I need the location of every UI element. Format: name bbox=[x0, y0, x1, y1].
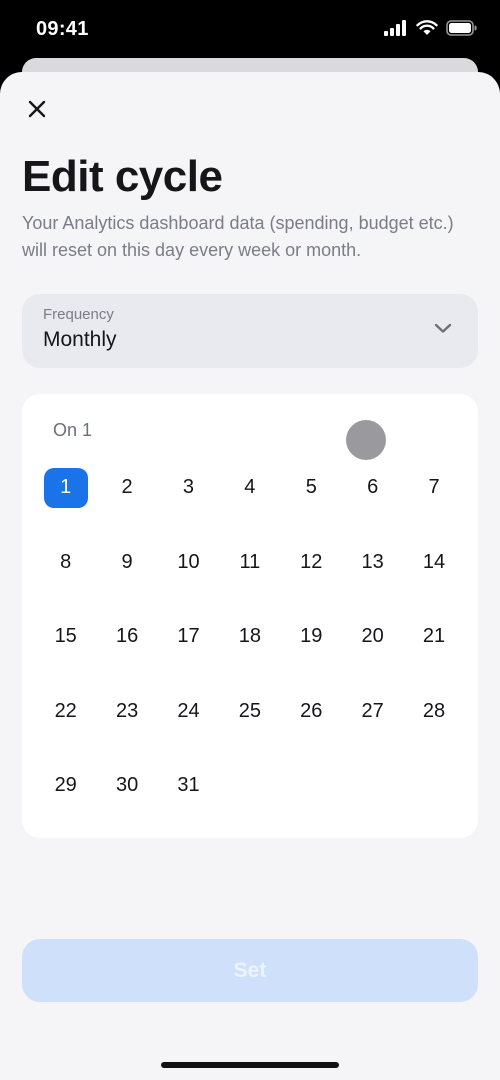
day-option[interactable]: 9 bbox=[96, 545, 157, 620]
frequency-select[interactable]: Frequency Monthly bbox=[22, 294, 478, 368]
day-option[interactable]: 26 bbox=[281, 694, 342, 769]
day-option[interactable]: 31 bbox=[158, 768, 219, 843]
day-option[interactable]: 6 bbox=[342, 470, 403, 545]
status-icons bbox=[384, 20, 478, 36]
day-option[interactable]: 19 bbox=[281, 619, 342, 694]
day-number: 6 bbox=[367, 476, 379, 498]
day-option[interactable]: 17 bbox=[158, 619, 219, 694]
day-number: 28 bbox=[422, 699, 446, 722]
day-option[interactable]: 11 bbox=[219, 545, 280, 620]
day-number: 12 bbox=[300, 550, 323, 573]
cellular-signal-icon bbox=[384, 20, 406, 36]
day-option[interactable]: 10 bbox=[158, 545, 219, 620]
day-option[interactable]: 30 bbox=[96, 768, 157, 843]
day-option[interactable]: 5 bbox=[281, 470, 342, 545]
battery-icon bbox=[446, 20, 477, 36]
close-icon bbox=[28, 100, 46, 118]
day-number: 2 bbox=[121, 476, 133, 498]
day-number: 1 bbox=[60, 476, 72, 498]
day-number: 7 bbox=[428, 476, 440, 498]
page-title: Edit cycle bbox=[22, 152, 223, 201]
day-option[interactable]: 18 bbox=[219, 619, 280, 694]
day-option[interactable]: 1 bbox=[35, 468, 96, 545]
day-option[interactable]: 8 bbox=[35, 545, 96, 620]
status-time: 09:41 bbox=[36, 18, 89, 40]
day-number: 5 bbox=[305, 476, 317, 498]
close-button[interactable] bbox=[22, 94, 52, 124]
set-button[interactable]: Set bbox=[22, 939, 478, 1002]
day-number: 29 bbox=[54, 774, 77, 796]
day-option[interactable]: 20 bbox=[342, 619, 403, 694]
frequency-label: Frequency bbox=[43, 306, 114, 323]
day-option[interactable]: 4 bbox=[219, 470, 280, 545]
touch-indicator bbox=[346, 420, 386, 460]
frequency-value: Monthly bbox=[43, 328, 117, 351]
day-number: 13 bbox=[361, 550, 384, 573]
day-option[interactable]: 2 bbox=[96, 470, 157, 545]
day-number: 19 bbox=[300, 625, 323, 647]
day-number: 10 bbox=[177, 550, 200, 573]
home-indicator bbox=[161, 1062, 339, 1068]
status-bar: 09:41 bbox=[0, 0, 500, 60]
day-number: 20 bbox=[361, 625, 384, 647]
day-option[interactable]: 7 bbox=[403, 470, 464, 545]
chevron-down-icon bbox=[434, 323, 452, 333]
day-option[interactable]: 22 bbox=[35, 694, 96, 769]
day-grid: 1 2 3 4 5 6 7 8 9 10 11 12 13 14 15 16 17 18 19 20 21 22 23 24 2… bbox=[35, 468, 465, 843]
day-number: 16 bbox=[115, 625, 139, 647]
day-number: 9 bbox=[121, 550, 133, 573]
day-number: 18 bbox=[238, 625, 261, 647]
day-option[interactable]: 14 bbox=[403, 545, 464, 620]
day-number: 26 bbox=[300, 699, 323, 722]
page-description: Your Analytics dashboard data (spending,… bbox=[22, 213, 454, 260]
day-number: 23 bbox=[115, 699, 139, 722]
day-number: 24 bbox=[177, 699, 200, 722]
wifi-icon bbox=[416, 20, 438, 35]
day-option[interactable]: 3 bbox=[158, 470, 219, 545]
day-number: 11 bbox=[239, 550, 261, 573]
day-number: 4 bbox=[244, 476, 256, 498]
day-number: 17 bbox=[177, 625, 200, 647]
day-option[interactable]: 13 bbox=[342, 545, 403, 620]
day-option[interactable]: 24 bbox=[158, 694, 219, 769]
edit-cycle-sheet: Edit cycle Your Analytics dashboard data… bbox=[0, 72, 500, 1080]
day-option[interactable]: 15 bbox=[35, 619, 96, 694]
day-number: 3 bbox=[182, 476, 195, 498]
day-number: 27 bbox=[361, 699, 384, 722]
day-option[interactable]: 28 bbox=[403, 694, 464, 769]
day-number: 21 bbox=[422, 625, 446, 647]
day-number: 14 bbox=[422, 550, 446, 573]
day-option[interactable]: 12 bbox=[281, 545, 342, 620]
day-number: 25 bbox=[238, 699, 261, 722]
day-option[interactable]: 16 bbox=[96, 619, 157, 694]
day-option[interactable]: 27 bbox=[342, 694, 403, 769]
day-option[interactable]: 29 bbox=[35, 768, 96, 843]
day-option[interactable]: 25 bbox=[219, 694, 280, 769]
day-option[interactable]: 23 bbox=[96, 694, 157, 769]
day-number: 8 bbox=[60, 550, 72, 573]
day-picker: On 1 1 2 3 4 5 6 7 8 9 10 11 12 13 14 15 16 17 18 19 20 21 22… bbox=[22, 394, 478, 838]
day-number: 30 bbox=[115, 774, 139, 796]
day-number: 15 bbox=[54, 625, 77, 647]
day-number: 22 bbox=[54, 699, 77, 722]
selected-day-caption: On 1 bbox=[53, 420, 93, 440]
day-option[interactable]: 21 bbox=[403, 619, 464, 694]
day-number: 31 bbox=[177, 774, 200, 796]
